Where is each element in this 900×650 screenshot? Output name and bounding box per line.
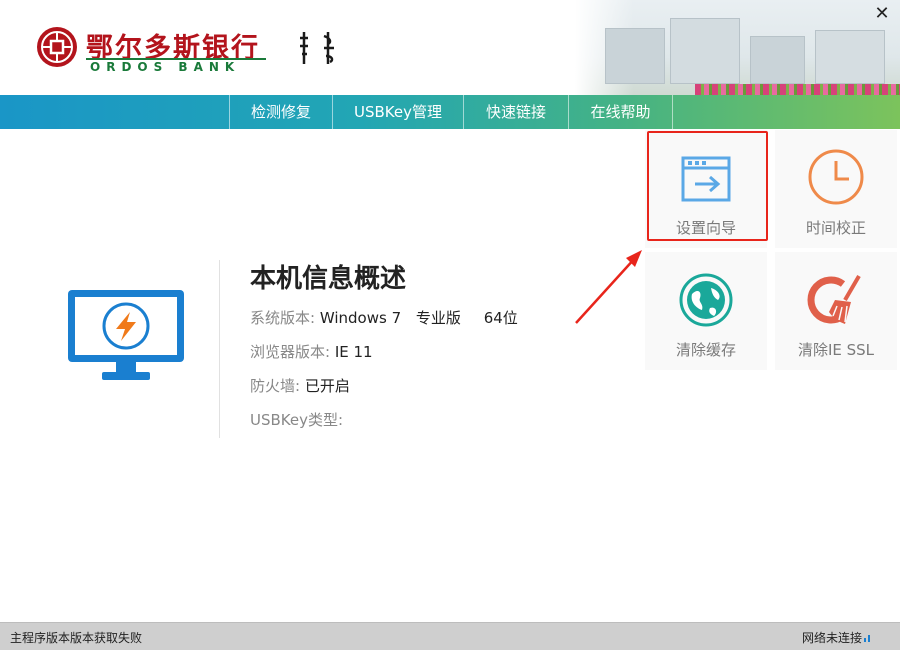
os-version-value: Windows 7: [319, 309, 402, 327]
info-row-os: 系统版本: Windows 7 专业版 64位: [250, 307, 518, 328]
clear-cache-label: 清除缓存: [675, 341, 736, 359]
clear-ie-ssl-tile[interactable]: 清除IE SSL: [775, 252, 897, 370]
main-nav-bar: 检测修复 USBKey管理 快速链接 在线帮助: [0, 95, 900, 129]
nav-tab-usbkey-manage[interactable]: USBKey管理: [333, 95, 463, 129]
firewall-label: 防火墙:: [250, 377, 301, 395]
main-program-version-status: 主程序版本版本获取失败: [10, 631, 143, 645]
usbkey-type-label: USBKey类型:: [250, 411, 344, 429]
nav-tab-quick-links[interactable]: 快速链接: [464, 95, 568, 129]
clock-icon: [808, 149, 864, 205]
nav-tab-detect-repair[interactable]: 检测修复: [230, 95, 332, 129]
header: ✕ 鄂尔多斯银行 ORDOS BANK: [0, 0, 900, 95]
red-annotation-arrow: [575, 250, 642, 324]
close-button[interactable]: ✕: [872, 4, 892, 24]
browser-version-label: 浏览器版本:: [250, 343, 331, 361]
time-correction-tile[interactable]: 时间校正: [775, 130, 897, 248]
os-version-label: 系统版本:: [250, 309, 316, 327]
ordos-bank-logo-icon: [37, 27, 77, 67]
globe-icon: [679, 273, 733, 327]
clear-cache-tile[interactable]: 清除缓存: [645, 252, 767, 370]
clear-ie-ssl-label: 清除IE SSL: [797, 341, 875, 359]
content-divider: [219, 260, 220, 438]
mongolian-script-logo-icon: [300, 32, 334, 64]
nav-tab-online-help[interactable]: 在线帮助: [569, 95, 672, 129]
time-correction-label: 时间校正: [805, 219, 866, 237]
brand-name-en: ORDOS BANK: [90, 60, 241, 74]
computer-monitor-icon: [68, 290, 184, 380]
os-edition-value: 专业版: [415, 309, 461, 327]
system-info-title: 本机信息概述: [250, 264, 407, 294]
header-building-photo: [575, 0, 900, 95]
info-row-usbkey: USBKey类型:: [250, 409, 343, 430]
status-bar: 主程序版本版本获取失败 网络未连接: [0, 622, 900, 650]
network-status: 网络未连接: [801, 631, 862, 645]
broom-brush-icon: [807, 274, 861, 324]
red-highlight-box: [647, 131, 768, 241]
firewall-value: 已开启: [304, 377, 350, 395]
info-row-firewall: 防火墙: 已开启: [250, 375, 350, 396]
os-bits-value: 64位: [483, 309, 518, 327]
info-row-browser: 浏览器版本: IE 11: [250, 341, 373, 362]
browser-version-value: IE 11: [334, 343, 373, 361]
network-signal-icon: [864, 635, 870, 642]
